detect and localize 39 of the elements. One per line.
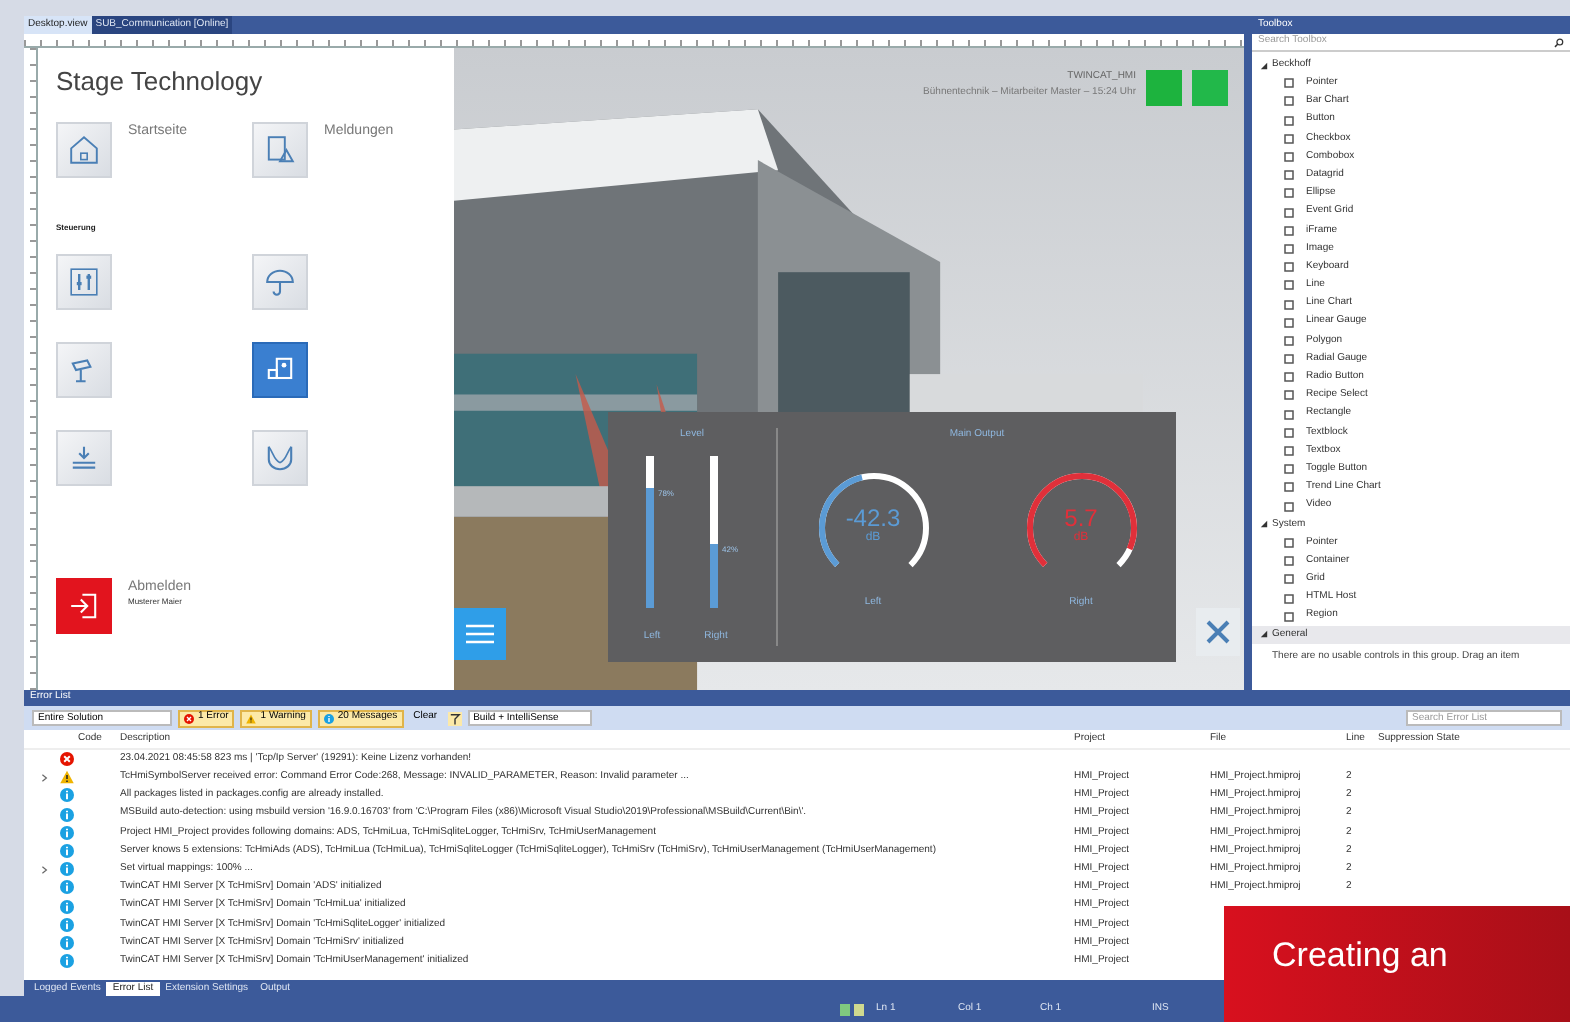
info-icon [60,917,74,932]
info-icon [60,825,74,840]
exit-icon [68,590,100,622]
lift-icon [68,442,100,474]
menu-button[interactable] [454,608,506,660]
collapse-icon [1260,630,1268,639]
banner-text: Creating an [1272,936,1448,974]
filter-icon [447,711,462,725]
info-icon [60,788,74,803]
collapse-icon [1260,520,1268,529]
document-warning-icon [264,134,296,166]
info-icon [323,713,334,723]
menu-icon [466,624,494,644]
home-icon [68,134,100,166]
nav-tile[interactable] [252,342,308,398]
collapse-icon [1260,61,1268,70]
info-icon [60,807,74,822]
expand-icon[interactable] [40,773,48,782]
warning-icon [246,713,257,723]
error-icon [60,752,74,767]
info-icon [60,862,74,877]
tools-button[interactable] [1196,608,1240,656]
gauge-value: -42.3 [845,506,901,530]
info-icon [60,935,74,950]
info-icon [60,844,74,859]
curtain-icon [264,442,296,474]
sliders-icon [68,266,100,298]
search-icon [1554,37,1564,47]
umbrella-icon [264,266,296,298]
logout-button[interactable] [56,578,112,634]
info-icon [60,880,74,895]
expand-icon[interactable] [40,865,48,874]
app-title: Stage Technology [56,68,265,94]
warning-icon [60,770,74,785]
info-icon [60,899,74,914]
info-icon [60,954,74,969]
gauge-value: 5.7 [1064,506,1098,530]
error-icon [184,713,194,723]
status-icon [840,1003,864,1015]
